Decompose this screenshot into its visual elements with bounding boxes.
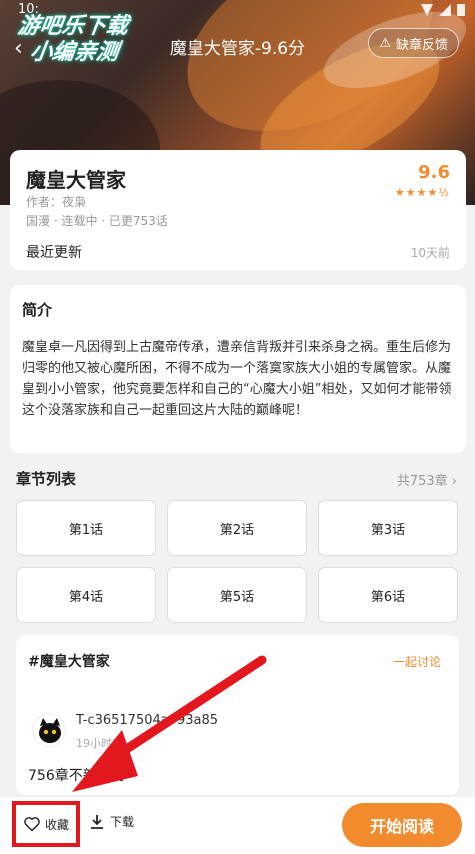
book-score: 9.6 [418, 162, 450, 183]
topic-title: #魔皇大管家 [28, 654, 110, 670]
rating-stars: ★★★★½ [394, 186, 450, 199]
chapter-button[interactable]: 第1话 [16, 500, 156, 556]
book-title: 魔皇大管家 [26, 168, 126, 192]
download-button[interactable]: 下载 [90, 813, 134, 830]
latest-update-label[interactable]: 最近更新 [26, 242, 82, 262]
discussion-card: #魔皇大管家 一起讨论 T-c36517504a993a85 19小时前 756… [16, 635, 459, 795]
favorite-label: 收藏 [44, 817, 69, 832]
chapter-list-heading: 章节列表 [16, 470, 77, 488]
network-icon [439, 4, 451, 16]
favorite-button[interactable]: 收藏 [12, 801, 80, 847]
latest-update-time: 10天前 [410, 246, 450, 260]
download-label: 下载 [110, 815, 135, 829]
feedback-label: 缺章反馈 [395, 37, 448, 53]
book-meta: 国漫 · 连载中 · 已更753话 [26, 214, 168, 228]
book-info-card: 魔皇大管家 作者：夜枭 国漫 · 连载中 · 已更753话 9.6 ★★★★½ … [10, 150, 466, 270]
battery-icon [457, 4, 465, 16]
join-discussion-link[interactable]: 一起讨论 [393, 653, 441, 670]
signal-icon [421, 4, 433, 16]
comment-username[interactable]: T-c36517504a993a85 [76, 713, 218, 728]
chapter-button[interactable]: 第6话 [318, 567, 458, 623]
chapter-button[interactable]: 第2话 [167, 500, 307, 556]
bottom-bar: 收藏 下载 开始阅读 [0, 796, 475, 854]
chapter-button[interactable]: 第3话 [318, 500, 458, 556]
intro-card: 简介 魔皇卓一凡因得到上古魔帝传承，遭亲信背叛并引来杀身之祸。重生后修为归零的他… [10, 285, 466, 453]
start-reading-button[interactable]: 开始阅读 [342, 803, 462, 847]
comment-text: 756章不新发吗 [28, 768, 125, 784]
book-author[interactable]: 作者：夜枭 [26, 193, 86, 210]
status-icons [421, 4, 465, 16]
avatar[interactable] [32, 713, 66, 747]
warning-icon: ⚠ [379, 35, 391, 51]
chapter-button[interactable]: 第4话 [16, 567, 156, 623]
chapter-button[interactable]: 第5话 [167, 567, 307, 623]
feedback-button[interactable]: ⚠ 缺章反馈 [368, 28, 459, 58]
comment-time: 19小时前 [76, 737, 123, 750]
black-cat-icon [39, 718, 61, 743]
download-icon [91, 814, 103, 829]
chapter-total-link[interactable]: 共753章 › [397, 470, 457, 489]
intro-heading: 简介 [22, 301, 53, 319]
heart-icon [24, 817, 40, 832]
intro-text: 魔皇卓一凡因得到上古魔帝传承，遭亲信背叛并引来杀身之祸。重生后修为归零的他又被心… [22, 340, 452, 418]
